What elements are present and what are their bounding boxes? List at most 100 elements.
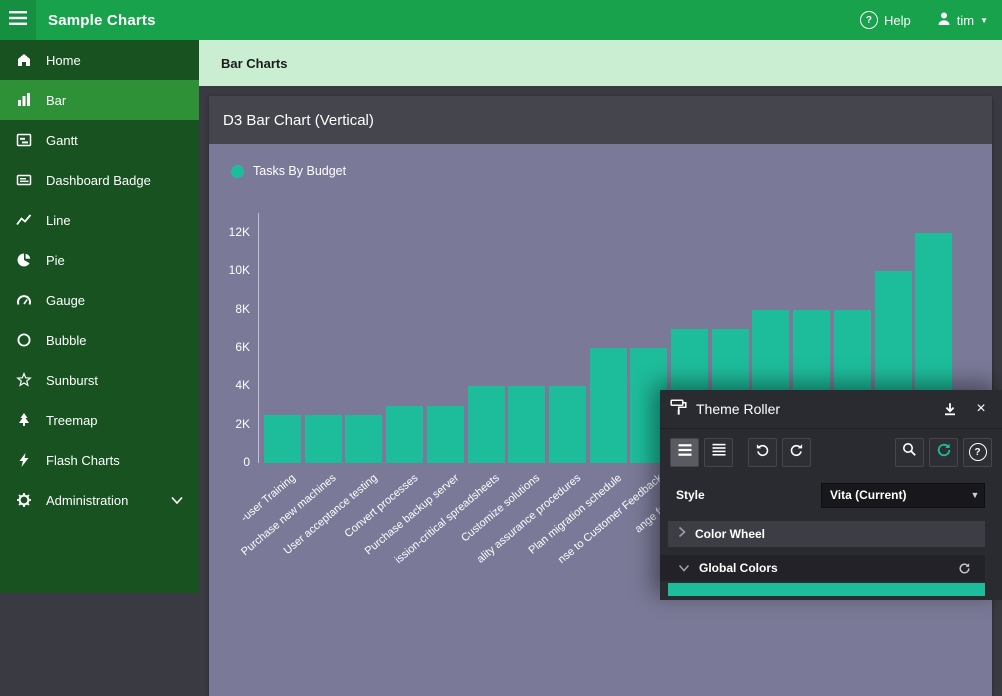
bar[interactable] [427,406,464,464]
bar[interactable] [549,386,586,463]
sidebar-item-sunburst[interactable]: Sunburst [0,360,199,400]
sidebar-item-label: Administration [46,493,128,508]
sidebar-item-label: Gantt [46,133,78,148]
bar[interactable] [386,406,423,464]
chart-panel-title: D3 Bar Chart (Vertical) [223,112,374,129]
sidebar-item-line[interactable]: Line [0,200,199,240]
list-compact-icon [678,442,692,463]
pie-chart-icon [16,252,46,268]
redo-icon [789,442,804,462]
sidebar-item-dashboard-badge[interactable]: Dashboard Badge [0,160,199,200]
paint-roller-icon [670,399,687,420]
y-axis-tick-label: 6K [214,340,250,354]
style-select[interactable]: Vita (Current) ▼ [821,483,985,508]
sidebar-item-label: Flash Charts [46,453,120,468]
help-icon: ? [860,11,878,29]
hamburger-icon [9,10,27,31]
sidebar-item-label: Sunburst [46,373,98,388]
sidebar-item-label: Treemap [46,413,98,428]
x-axis-label: Convert processes [342,472,420,540]
bar[interactable] [590,348,627,463]
y-axis-line [258,213,259,463]
search-icon [902,442,917,462]
reset-colors-icon[interactable] [953,557,975,579]
close-icon[interactable]: × [970,398,992,420]
chevron-down-icon [171,496,183,505]
home-icon [16,52,46,68]
flash-bolt-icon [16,452,46,468]
color-swatch-strip[interactable] [668,583,985,596]
legend[interactable]: Tasks By Budget [231,164,346,178]
chevron-down-icon: ▼ [966,490,984,500]
section-label: Global Colors [699,561,778,575]
undo-button[interactable] [748,438,777,467]
user-name: tim [957,13,974,28]
bar[interactable] [508,386,545,463]
bar[interactable] [264,415,301,463]
undo-icon [755,442,770,462]
sidebar-item-label: Dashboard Badge [46,173,151,188]
sidebar-item-gantt[interactable]: Gantt [0,120,199,160]
sidebar-item-administration[interactable]: Administration [0,480,199,520]
y-axis-tick-label: 2K [214,417,250,431]
search-button[interactable] [895,438,924,467]
breadcrumb-title: Bar Charts [221,56,287,71]
theme-roller-panel: Theme Roller × ? Style [660,390,1002,600]
bubble-chart-icon [16,332,46,348]
theme-roller-title: Theme Roller [696,401,780,417]
style-select-value: Vita (Current) [822,488,966,502]
hamburger-menu-button[interactable] [0,0,36,40]
download-icon[interactable] [939,398,961,420]
redo-button[interactable] [782,438,811,467]
bar[interactable] [468,386,505,463]
chart-panel-header: D3 Bar Chart (Vertical) [209,96,992,144]
line-chart-icon [16,212,46,228]
sidebar-item-bubble[interactable]: Bubble [0,320,199,360]
sidebar-item-label: Bubble [46,333,86,348]
detailed-view-button[interactable] [704,438,733,467]
sunburst-star-icon [16,372,46,388]
sidebar-item-pie[interactable]: Pie [0,240,199,280]
theme-roller-header[interactable]: Theme Roller × [660,390,1002,429]
list-detailed-icon [712,442,726,463]
app-title: Sample Charts [48,12,156,29]
sidebar-item-label: Pie [46,253,65,268]
top-bar: Sample Charts ? Help tim ▼ [0,0,1002,40]
user-menu-button[interactable]: tim ▼ [937,11,988,29]
sidebar-item-treemap[interactable]: Treemap [0,400,199,440]
section-label: Color Wheel [695,527,765,541]
help-button[interactable]: ? Help [860,11,911,29]
question-icon: ? [969,443,987,461]
section-color-wheel[interactable]: Color Wheel [668,521,985,547]
bar[interactable] [305,415,342,463]
sidebar-item-bar[interactable]: Bar [0,80,199,120]
sidebar-item-label: Home [46,53,81,68]
compact-view-button[interactable] [670,438,699,467]
y-axis-tick-label: 0 [214,455,250,469]
sidebar-item-gauge[interactable]: Gauge [0,280,199,320]
style-label: Style [676,488,705,502]
sidebar-item-flash-charts[interactable]: Flash Charts [0,440,199,480]
help-label: Help [884,13,911,28]
theme-roller-toolbar: ? [660,429,1002,475]
gantt-calendar-icon [16,132,46,148]
gear-icon [16,492,46,508]
legend-marker [231,165,244,178]
sidebar-item-label: Line [46,213,71,228]
bar-chart-icon [16,92,46,108]
breadcrumb: Bar Charts [199,40,1002,86]
bar[interactable] [345,415,382,463]
badge-card-icon [16,172,46,188]
user-icon [937,11,951,29]
y-axis-tick-label: 8K [214,302,250,316]
y-axis-tick-label: 4K [214,378,250,392]
sidebar-item-label: Bar [46,93,66,108]
refresh-icon [936,442,952,463]
y-axis-tick-label: 12K [214,225,250,239]
sidebar-item-home[interactable]: Home [0,40,199,80]
tree-icon [16,412,46,428]
section-global-colors[interactable]: Global Colors [660,555,985,581]
refresh-theme-button[interactable] [929,438,958,467]
chevron-right-icon [678,525,686,543]
theme-roller-help-button[interactable]: ? [963,438,992,467]
